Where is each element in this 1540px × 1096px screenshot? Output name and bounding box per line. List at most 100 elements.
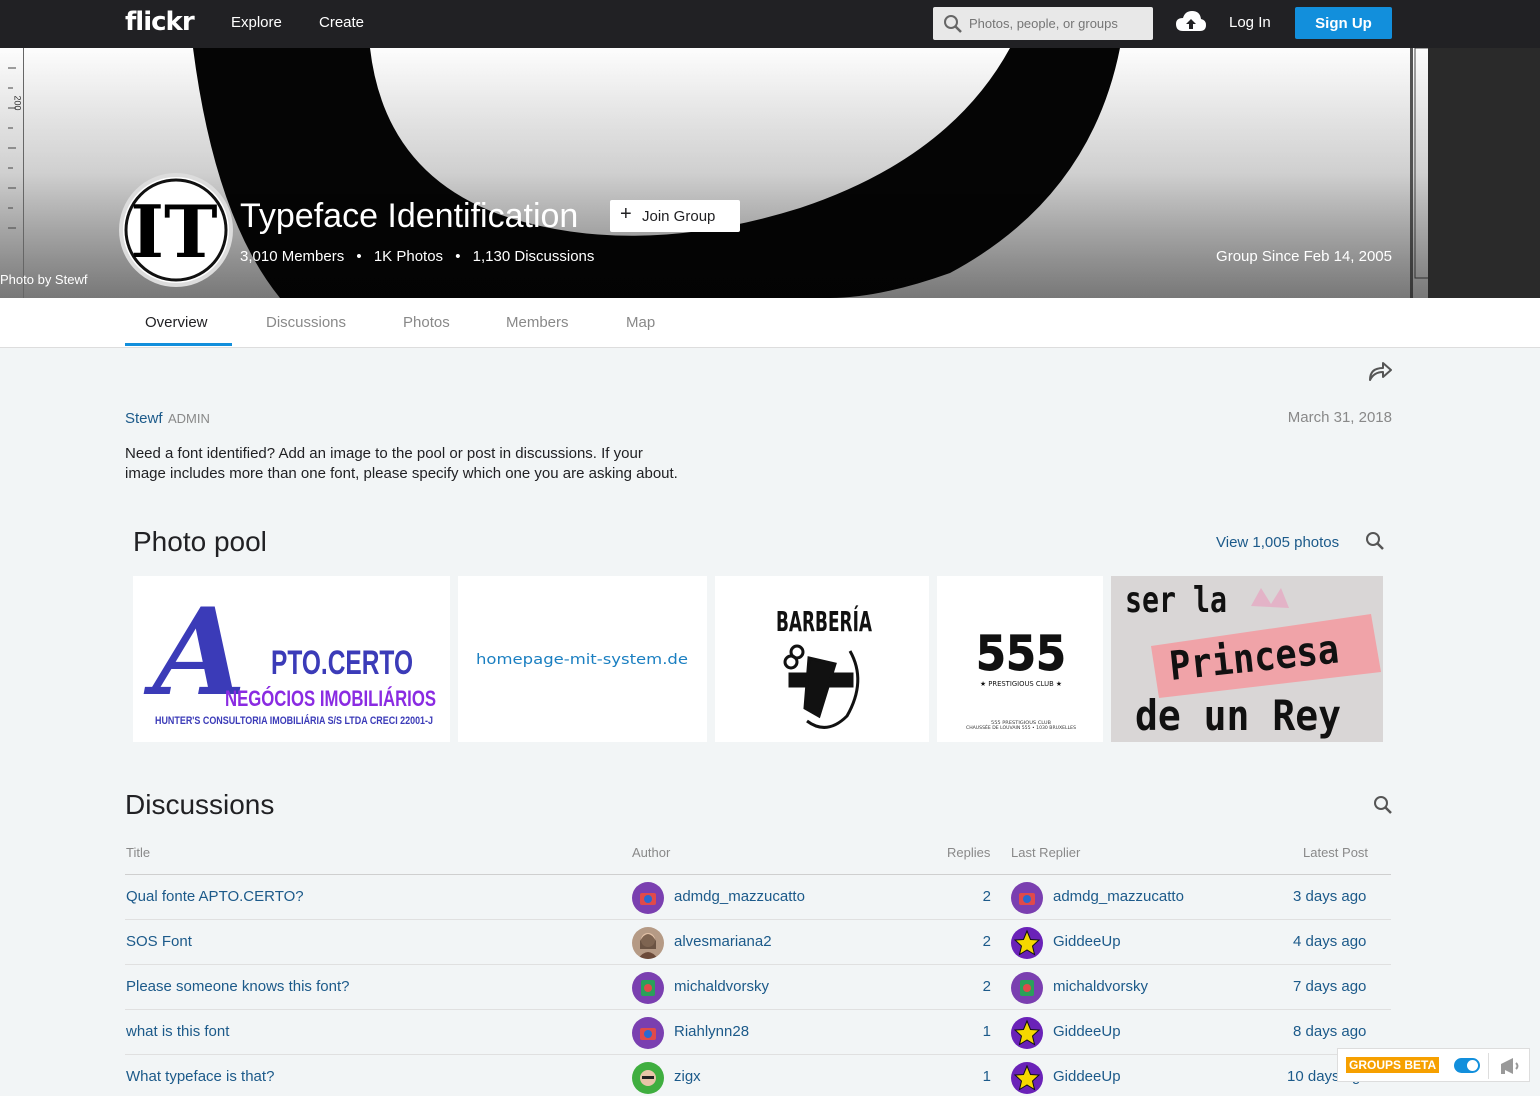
photos-count[interactable]: 1K Photos (374, 248, 443, 265)
photo-1-line1: PTO.CERTO (271, 644, 413, 682)
photo-5-line3: de un Rey (1135, 691, 1341, 740)
tab-photos[interactable]: Photos (403, 314, 450, 331)
photo-3-text: BARBERÍA (776, 604, 872, 638)
reply-count: 1 (982, 1023, 991, 1040)
photo-credit[interactable]: Photo by Stewf (0, 272, 87, 287)
groups-beta-widget: GROUPS BETA (1337, 1048, 1530, 1082)
admin-tag: ADMIN (168, 411, 210, 426)
search-icon[interactable] (1365, 531, 1385, 551)
discussions-count[interactable]: 1,130 Discussions (473, 248, 595, 265)
ruler-marks (8, 48, 24, 298)
latest-post[interactable]: 4 days ago (1293, 933, 1366, 950)
stats-bullet: • (455, 248, 461, 265)
last-replier-avatar[interactable] (1011, 927, 1043, 959)
photo-pool-title: Photo pool (133, 526, 267, 557)
table-row: Please someone knows this font? michaldv… (125, 965, 1391, 1010)
latest-post[interactable]: 7 days ago (1293, 978, 1366, 995)
nav-create[interactable]: Create (319, 14, 364, 31)
megaphone-icon[interactable] (1498, 1055, 1522, 1077)
plus-icon: + (620, 203, 632, 225)
photo-5-line1: ser la (1125, 580, 1227, 621)
beta-divider (1488, 1053, 1489, 1079)
search-input[interactable] (969, 7, 1149, 40)
discussion-title[interactable]: Qual fonte APTO.CERTO? (126, 888, 304, 905)
active-tab-indicator (125, 343, 232, 346)
author-name[interactable]: zigx (674, 1068, 701, 1085)
last-replier-avatar[interactable] (1011, 1017, 1043, 1049)
pool-photo-3[interactable]: BARBERÍA (715, 576, 929, 742)
members-count[interactable]: 3,010 Members (240, 248, 344, 265)
author-avatar[interactable] (632, 972, 664, 1004)
header-latest-post: Latest Post (1303, 845, 1369, 860)
last-replier-name[interactable]: admdg_mazzucatto (1053, 888, 1184, 905)
tab-members[interactable]: Members (506, 314, 569, 331)
latest-post[interactable]: 8 days ago (1293, 1023, 1366, 1040)
tab-discussions[interactable]: Discussions (266, 314, 346, 331)
search-icon[interactable] (1373, 795, 1393, 815)
barber-clipper-illustration (783, 644, 860, 729)
last-replier-avatar[interactable] (1011, 882, 1043, 914)
share-icon[interactable] (1366, 358, 1394, 384)
author-name[interactable]: Riahlynn28 (674, 1023, 749, 1040)
view-photos-link[interactable]: View 1,005 photos (1216, 534, 1339, 551)
group-tabs: Overview Discussions Photos Members Map (0, 298, 1540, 348)
group-description: Need a font identified? Add an image to … (125, 445, 678, 482)
last-replier-avatar[interactable] (1011, 1062, 1043, 1094)
table-row: SOS Font alvesmariana2 2 GiddeeUp 4 days… (125, 920, 1391, 965)
author-avatar[interactable] (632, 882, 664, 914)
last-replier-name[interactable]: michaldvorsky (1053, 978, 1148, 995)
tab-map[interactable]: Map (626, 314, 655, 331)
discussion-title[interactable]: what is this font (126, 1023, 229, 1040)
photo-1-line3: HUNTER'S CONSULTORIA IMOBILIÁRIA S/S LTD… (155, 714, 433, 727)
reply-count: 1 (982, 1068, 991, 1085)
search-box (933, 7, 1153, 40)
discussion-title[interactable]: Please someone knows this font? (126, 978, 349, 995)
author-name[interactable]: michaldvorsky (674, 978, 769, 995)
author-avatar[interactable] (632, 1017, 664, 1049)
groups-beta-toggle[interactable] (1454, 1058, 1480, 1073)
cover-dark-edge (1428, 48, 1540, 298)
discussion-title[interactable]: What typeface is that? (126, 1068, 274, 1085)
discussion-title[interactable]: SOS Font (126, 933, 192, 950)
header-title: Title (126, 845, 151, 860)
photo-2-text: homepage-mit-system.de (476, 652, 688, 668)
join-group-button[interactable]: + Join Group (610, 200, 740, 232)
upload-cloud-icon[interactable] (1175, 9, 1207, 35)
pool-photo-1[interactable]: A PTO.CERTO NEGÓCIOS IMOBILIÁRIOS HUNTER… (133, 576, 450, 742)
pool-photo-2[interactable]: homepage-mit-system.de (458, 576, 707, 742)
table-row: Qual fonte APTO.CERTO? admdg_mazzucatto … (125, 875, 1391, 920)
groups-beta-label: GROUPS BETA (1346, 1057, 1440, 1073)
last-replier-name[interactable]: GiddeeUp (1053, 1023, 1121, 1040)
tab-overview[interactable]: Overview (145, 314, 208, 331)
group-since: Group Since Feb 14, 2005 (1216, 248, 1392, 265)
nav-explore[interactable]: Explore (231, 14, 282, 31)
admin-name[interactable]: Stewf (125, 410, 163, 427)
ruler-label: 200 (12, 95, 23, 111)
search-icon (944, 15, 962, 33)
post-date: March 31, 2018 (1287, 409, 1392, 426)
header-replies: Replies (947, 845, 991, 860)
author-avatar[interactable] (632, 1062, 664, 1094)
reply-count: 2 (982, 978, 991, 995)
last-replier-avatar[interactable] (1011, 972, 1043, 1004)
flickr-logo[interactable]: flickr (125, 7, 195, 37)
last-replier-name[interactable]: GiddeeUp (1053, 1068, 1121, 1085)
discussions-title: Discussions (125, 789, 275, 820)
latest-post[interactable]: 3 days ago (1293, 888, 1366, 905)
pool-photo-5[interactable]: ser la Princesa de un Rey (1111, 576, 1383, 742)
author-name[interactable]: admdg_mazzucatto (674, 888, 805, 905)
signup-button[interactable]: Sign Up (1295, 7, 1392, 39)
pool-photo-4[interactable]: 555 ★ PRESTIGIOUS CLUB ★ 555 PRESTIGIOUS… (937, 576, 1103, 742)
author-name[interactable]: alvesmariana2 (674, 933, 772, 950)
header-author: Author (632, 845, 671, 860)
stats-bullet: • (356, 248, 362, 265)
group-avatar: IT (119, 173, 233, 287)
reply-count: 2 (982, 888, 991, 905)
join-group-label: Join Group (642, 208, 716, 225)
author-avatar[interactable] (632, 927, 664, 959)
photo-4-sub: ★ PRESTIGIOUS CLUB ★ (980, 680, 1062, 688)
group-title: Typeface Identification (240, 197, 579, 235)
header-last-replier: Last Replier (1011, 845, 1081, 860)
last-replier-name[interactable]: GiddeeUp (1053, 933, 1121, 950)
login-link[interactable]: Log In (1229, 14, 1271, 31)
